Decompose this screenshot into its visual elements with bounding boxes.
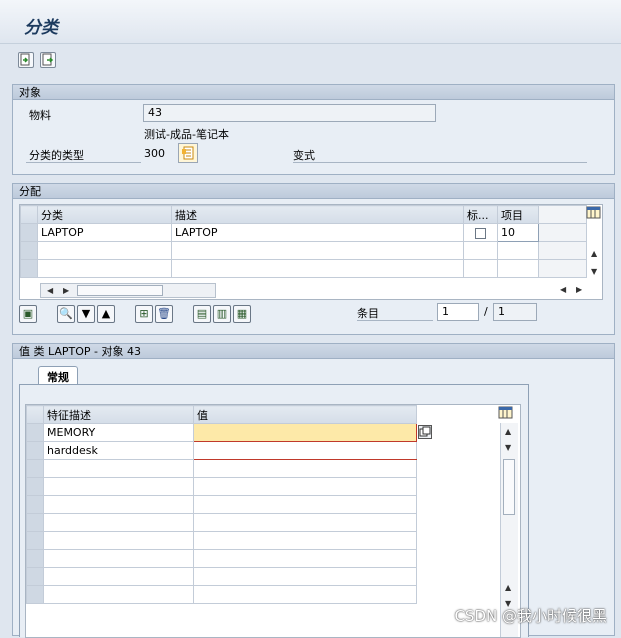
deselect-all-icon[interactable]: ▦ [233, 305, 251, 323]
scroll-thumb[interactable] [503, 459, 515, 515]
object-panel-header: 对象 [13, 85, 614, 100]
scroll-up-icon[interactable]: ▲ [505, 427, 511, 436]
scroll-left-icon[interactable]: ◀ [560, 285, 566, 294]
variant-label: 变式 [293, 147, 587, 163]
scroll-right-icon[interactable]: ▶ [576, 285, 582, 294]
table-settings-icon[interactable] [498, 405, 516, 421]
values-panel-header: 值 类 LAPTOP - 对象 43 [13, 344, 614, 359]
col-header-standard[interactable]: 标... [463, 205, 498, 224]
col-header-item[interactable]: 项目 [497, 205, 539, 224]
sort-down-icon[interactable]: ▼ [77, 305, 95, 323]
watermark: CSDN @我小时候很黑 [454, 607, 607, 625]
page-title: 分类 [24, 18, 58, 38]
horizontal-scrollbar[interactable]: ◀ ▶ [40, 283, 216, 298]
material-label: 物料 [29, 109, 51, 122]
table-row[interactable]: LAPTOP LAPTOP 10 [20, 223, 587, 242]
multiple-values-icon[interactable] [418, 425, 432, 439]
material-description: 测试-成品-笔记本 [144, 128, 229, 141]
scroll-up-icon[interactable]: ▲ [591, 249, 597, 258]
value-input[interactable] [193, 441, 417, 460]
characteristic-cell: MEMORY [43, 423, 194, 442]
col-header-characteristic[interactable]: 特征描述 [43, 405, 194, 424]
scroll-thumb[interactable] [77, 285, 163, 296]
standard-checkbox[interactable] [475, 227, 486, 239]
possible-entries-icon[interactable] [178, 143, 198, 163]
item-cell[interactable]: 10 [497, 223, 539, 242]
table-row[interactable]: harddesk [26, 441, 417, 460]
select-all-cell[interactable] [20, 205, 38, 224]
object-panel: 对象 物料 43 测试-成品-笔记本 分类的类型 300 变式 [12, 84, 615, 175]
characteristic-cell: harddesk [43, 441, 194, 460]
delete-row-icon[interactable]: 🗑 [155, 305, 173, 323]
entry-label: 条目 [357, 305, 433, 321]
row-selector[interactable] [20, 223, 38, 242]
scroll-left-icon[interactable]: ◀ [47, 286, 53, 295]
select-all-cell[interactable] [26, 405, 44, 424]
right-scroll-arrows: ◀ ▶ [556, 283, 590, 298]
standard-checkbox-cell[interactable] [463, 223, 498, 242]
details-icon[interactable]: ▣ [19, 305, 37, 323]
tab-content: 特征描述 值 MEMORY harddesk ▲ ▼ ▲ ▼ [19, 384, 529, 638]
assignment-panel: 分配 分类 描述 标... 项目 LAPTOP LAPTOP 10 ▲ ▼ ◀ … [12, 183, 615, 335]
values-panel: 值 类 LAPTOP - 对象 43 常规 特征描述 值 MEMORY hard… [12, 343, 615, 638]
class-type-label: 分类的类型 [26, 147, 141, 163]
characteristics-table: 特征描述 值 MEMORY harddesk ▲ ▼ ▲ ▼ [25, 404, 521, 638]
table-row[interactable]: MEMORY [26, 423, 417, 442]
entry-total-field: 1 [493, 303, 537, 321]
material-field[interactable]: 43 [143, 104, 436, 122]
col-header-value[interactable]: 值 [193, 405, 417, 424]
select-block-icon[interactable]: ▥ [213, 305, 231, 323]
change-icon[interactable] [40, 52, 56, 68]
row-selector[interactable] [26, 423, 44, 442]
scroll-down-icon[interactable]: ▼ [505, 443, 511, 452]
find-icon[interactable]: 🔍 [57, 305, 75, 323]
scroll-right-icon[interactable]: ▶ [63, 286, 69, 295]
display-icon[interactable] [18, 52, 34, 68]
class-type-value: 300 [144, 147, 165, 160]
table-settings-icon[interactable] [586, 205, 602, 223]
scroll-down-icon[interactable]: ▼ [591, 267, 597, 276]
entry-separator: / [484, 305, 488, 318]
scroll-up-icon[interactable]: ▲ [505, 583, 511, 592]
value-input[interactable] [193, 423, 417, 442]
insert-row-icon[interactable]: ⊞ [135, 305, 153, 323]
entry-current-field[interactable]: 1 [437, 303, 479, 321]
col-header-description[interactable]: 描述 [171, 205, 464, 224]
description-cell: LAPTOP [171, 223, 464, 242]
assignment-panel-header: 分配 [13, 184, 614, 199]
application-toolbar [0, 44, 621, 74]
col-header-class[interactable]: 分类 [37, 205, 172, 224]
row-selector[interactable] [26, 441, 44, 460]
sort-up-icon[interactable]: ▲ [97, 305, 115, 323]
assignment-table: 分类 描述 标... 项目 LAPTOP LAPTOP 10 ▲ ▼ ◀ ▶ ◀… [19, 204, 603, 300]
select-all-icon[interactable]: ▤ [193, 305, 211, 323]
class-cell[interactable]: LAPTOP [37, 223, 172, 242]
title-bar: 分类 [0, 0, 621, 44]
